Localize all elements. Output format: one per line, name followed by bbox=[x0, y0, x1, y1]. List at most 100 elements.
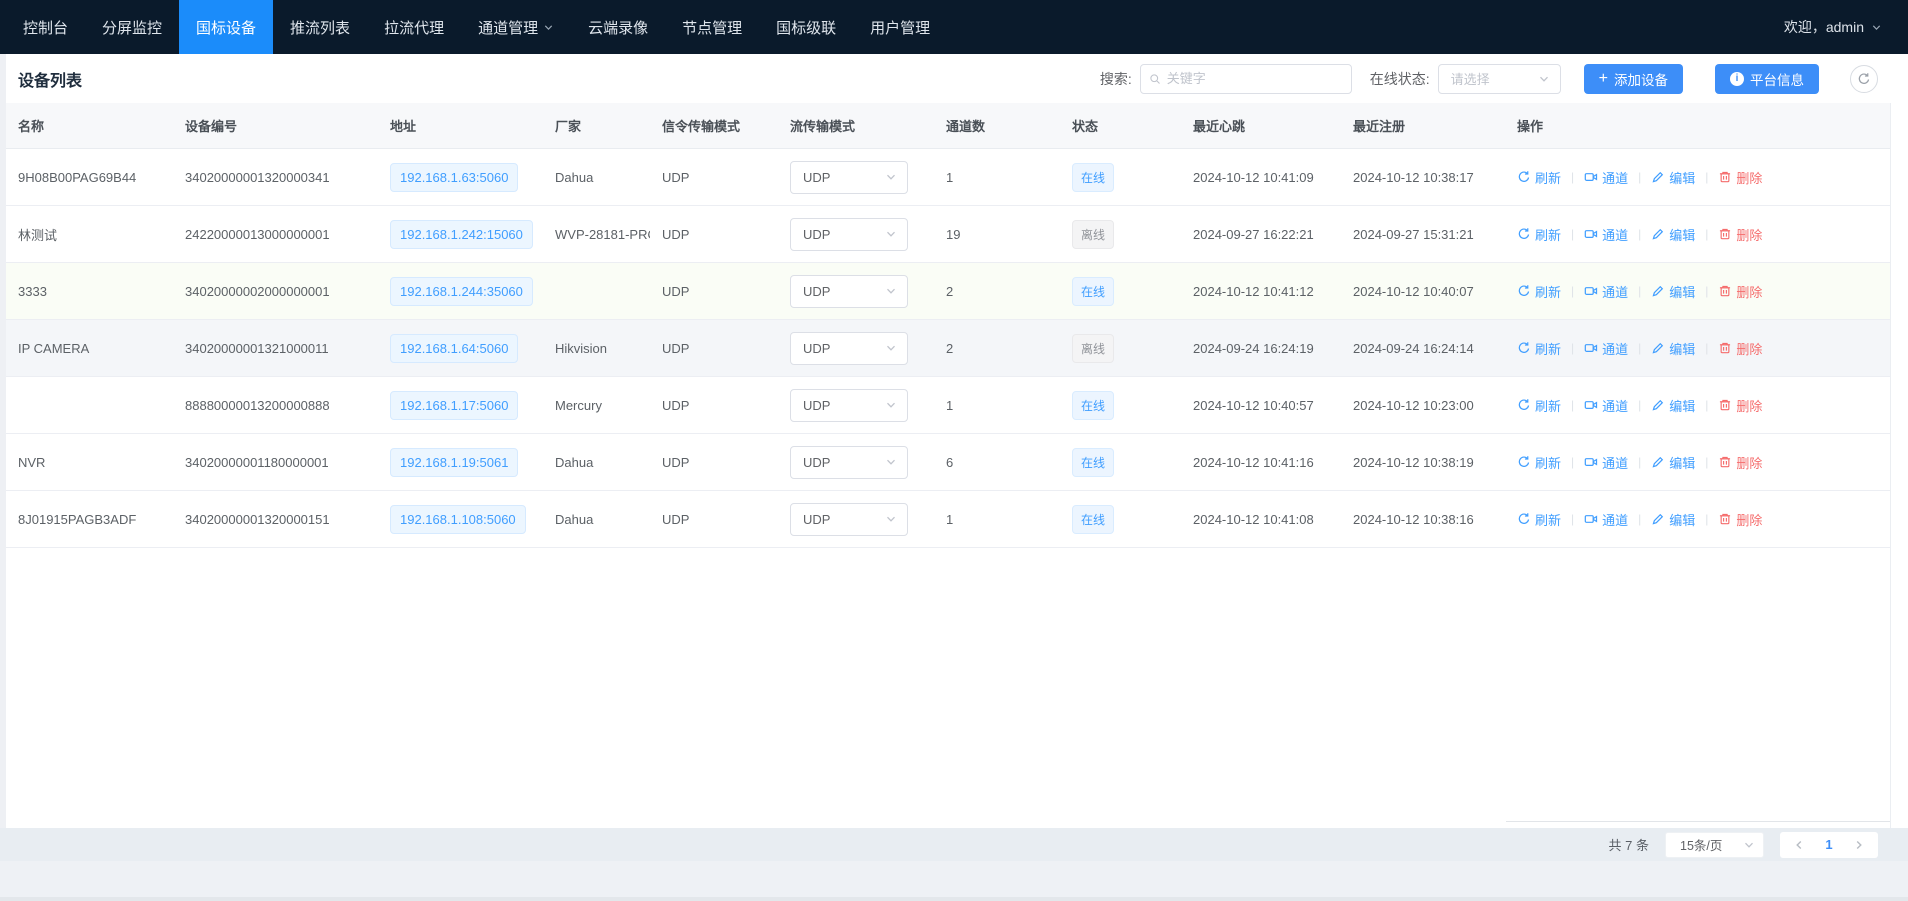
reload-list-button[interactable] bbox=[1850, 65, 1878, 93]
refresh-action[interactable]: 刷新 bbox=[1517, 168, 1561, 187]
device-id: 34020000001321000011 bbox=[185, 341, 329, 356]
online-status-placeholder: 请选择 bbox=[1451, 69, 1490, 88]
add-device-button[interactable]: + 添加设备 bbox=[1584, 64, 1683, 94]
table-header-row: 名称 设备编号 地址 厂家 信令传输模式 流传输模式 通道数 状态 最近心跳 最… bbox=[6, 103, 1890, 149]
channel-action[interactable]: 通道 bbox=[1584, 225, 1628, 244]
refresh-action[interactable]: 刷新 bbox=[1517, 510, 1561, 529]
refresh-action[interactable]: 刷新 bbox=[1517, 282, 1561, 301]
edit-action[interactable]: 编辑 bbox=[1651, 339, 1695, 358]
edit-pencil-icon bbox=[1651, 170, 1665, 184]
video-camera-icon bbox=[1584, 284, 1598, 298]
chevron-left-icon bbox=[1793, 839, 1805, 851]
stream-mode-select[interactable]: UDP bbox=[790, 161, 908, 194]
last-register: 2024-09-27 15:31:21 bbox=[1353, 227, 1474, 242]
user-menu[interactable]: 欢迎，admin bbox=[1784, 0, 1908, 54]
channel-action[interactable]: 通道 bbox=[1584, 453, 1628, 472]
delete-action[interactable]: 删除 bbox=[1718, 282, 1762, 301]
nav-tab[interactable]: 分屏监控 bbox=[85, 0, 179, 54]
nav-tab[interactable]: 云端录像 bbox=[571, 0, 665, 54]
refresh-action[interactable]: 刷新 bbox=[1517, 225, 1561, 244]
channel-action[interactable]: 通道 bbox=[1584, 339, 1628, 358]
search-icon bbox=[1149, 72, 1161, 86]
stream-mode-select[interactable]: UDP bbox=[790, 332, 908, 365]
edit-action[interactable]: 编辑 bbox=[1651, 282, 1695, 301]
refresh-action[interactable]: 刷新 bbox=[1517, 396, 1561, 415]
nav-tab-label: 国标设备 bbox=[196, 17, 256, 38]
video-camera-icon bbox=[1584, 512, 1598, 526]
refresh-action[interactable]: 刷新 bbox=[1517, 339, 1561, 358]
delete-action[interactable]: 删除 bbox=[1718, 339, 1762, 358]
next-page-button[interactable] bbox=[1844, 832, 1874, 858]
edit-action[interactable]: 编辑 bbox=[1651, 168, 1695, 187]
delete-action[interactable]: 删除 bbox=[1718, 396, 1762, 415]
page-size-select[interactable]: 15条/页 bbox=[1665, 832, 1764, 858]
refresh-action[interactable]: 刷新 bbox=[1517, 453, 1561, 472]
total-count: 共 7 条 bbox=[1609, 835, 1649, 854]
chevron-down-icon bbox=[885, 342, 897, 354]
stream-mode-select[interactable]: UDP bbox=[790, 389, 908, 422]
channel-count: 1 bbox=[946, 512, 953, 527]
device-id: 24220000013000000001 bbox=[185, 227, 330, 242]
nav-tab[interactable]: 国标级联 bbox=[759, 0, 853, 54]
edit-action[interactable]: 编辑 bbox=[1651, 510, 1695, 529]
stream-mode-select[interactable]: UDP bbox=[790, 503, 908, 536]
nav-tab-label: 云端录像 bbox=[588, 17, 648, 38]
stream-mode-select[interactable]: UDP bbox=[790, 218, 908, 251]
delete-action[interactable]: 删除 bbox=[1718, 510, 1762, 529]
search-input[interactable] bbox=[1167, 71, 1343, 86]
nav-tab[interactable]: 控制台 bbox=[6, 0, 85, 54]
nav-tab[interactable]: 拉流代理 bbox=[367, 0, 461, 54]
channel-count: 2 bbox=[946, 341, 953, 356]
action-divider: | bbox=[1638, 284, 1641, 298]
top-navbar: 控制台 分屏监控 国标设备 推流列表 拉流代理 通道管理 云端录像 节点管理 国… bbox=[0, 0, 1908, 54]
manufacturer: WVP-28181-PRO bbox=[555, 227, 650, 242]
video-camera-icon bbox=[1584, 341, 1598, 355]
nav-tab[interactable]: 通道管理 bbox=[461, 0, 571, 54]
device-name: NVR bbox=[18, 455, 45, 470]
stream-mode-select[interactable]: UDP bbox=[790, 446, 908, 479]
edit-pencil-icon bbox=[1651, 341, 1665, 355]
page-number[interactable]: 1 bbox=[1814, 837, 1844, 852]
signal-transport-mode: UDP bbox=[662, 341, 689, 356]
edit-action[interactable]: 编辑 bbox=[1651, 453, 1695, 472]
device-address-badge: 192.168.1.63:5060 bbox=[390, 163, 518, 192]
column-header-status: 状态 bbox=[1060, 116, 1181, 135]
edit-action[interactable]: 编辑 bbox=[1651, 396, 1695, 415]
online-status-select[interactable]: 请选择 bbox=[1438, 64, 1561, 94]
last-heartbeat: 2024-10-12 10:41:09 bbox=[1193, 170, 1314, 185]
chevron-down-icon bbox=[1743, 839, 1755, 851]
nav-tab[interactable]: 推流列表 bbox=[273, 0, 367, 54]
toolbar: 设备列表 搜索: 在线状态: 请选择 + 添加设备 i 平台信息 bbox=[6, 54, 1908, 103]
nav-tab-label: 控制台 bbox=[23, 17, 68, 38]
video-camera-icon bbox=[1584, 227, 1598, 241]
stream-mode-select[interactable]: UDP bbox=[790, 275, 908, 308]
nav-tab-label: 推流列表 bbox=[290, 17, 350, 38]
status-badge: 在线 bbox=[1072, 448, 1114, 477]
edit-pencil-icon bbox=[1651, 398, 1665, 412]
pager: 1 bbox=[1780, 832, 1878, 858]
nav-tab[interactable]: 节点管理 bbox=[665, 0, 759, 54]
stream-mode-value: UDP bbox=[803, 398, 830, 413]
channel-action[interactable]: 通道 bbox=[1584, 396, 1628, 415]
plus-icon: + bbox=[1599, 71, 1608, 87]
channel-action[interactable]: 通道 bbox=[1584, 168, 1628, 187]
table-row: 林测试 24220000013000000001 192.168.1.242:1… bbox=[6, 206, 1890, 263]
signal-transport-mode: UDP bbox=[662, 512, 689, 527]
refresh-icon bbox=[1517, 341, 1531, 355]
delete-action[interactable]: 删除 bbox=[1718, 453, 1762, 472]
pagination-bar: 共 7 条 15条/页 1 bbox=[0, 828, 1908, 861]
prev-page-button[interactable] bbox=[1784, 832, 1814, 858]
table-row: 3333 34020000002000000001 192.168.1.244:… bbox=[6, 263, 1890, 320]
channel-action[interactable]: 通道 bbox=[1584, 282, 1628, 301]
edit-action[interactable]: 编辑 bbox=[1651, 225, 1695, 244]
nav-tab[interactable]: 国标设备 bbox=[179, 0, 273, 54]
nav-tab-label: 用户管理 bbox=[870, 17, 930, 38]
delete-action[interactable]: 删除 bbox=[1718, 168, 1762, 187]
trash-icon bbox=[1718, 398, 1732, 412]
nav-tab[interactable]: 用户管理 bbox=[853, 0, 947, 54]
refresh-icon bbox=[1517, 398, 1531, 412]
delete-action[interactable]: 删除 bbox=[1718, 225, 1762, 244]
channel-action[interactable]: 通道 bbox=[1584, 510, 1628, 529]
video-camera-icon bbox=[1584, 170, 1598, 184]
platform-info-button[interactable]: i 平台信息 bbox=[1715, 64, 1819, 94]
